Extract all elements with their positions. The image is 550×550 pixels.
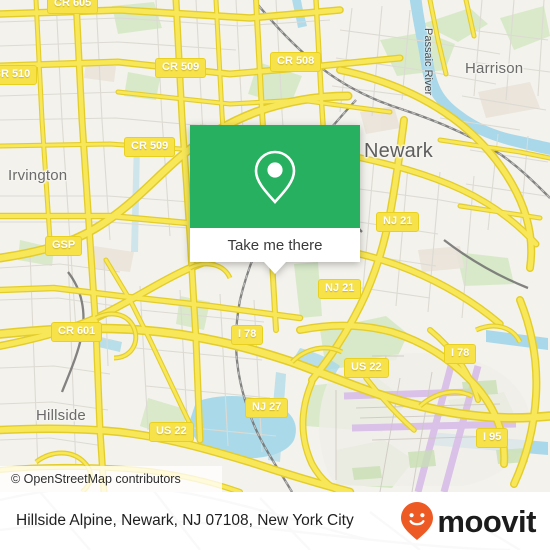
road-shield-i-95: I 95 bbox=[476, 428, 509, 448]
road-shield-us-22: US 22 bbox=[344, 358, 389, 378]
moovit-smiley-pin-icon bbox=[401, 502, 434, 540]
place-label-irvington: Irvington bbox=[8, 167, 68, 184]
popup-header bbox=[190, 125, 360, 228]
take-me-there-label: Take me there bbox=[227, 236, 323, 254]
road-shield-i-78: I 78 bbox=[231, 325, 264, 345]
road-shield-gsp: GSP bbox=[45, 236, 83, 256]
place-label-hillside: Hillside bbox=[36, 407, 86, 424]
location-popup[interactable]: Take me there bbox=[190, 125, 360, 274]
popup-footer[interactable]: Take me there bbox=[190, 228, 360, 274]
location-title: Hillside Alpine, Newark, NJ 07108, New Y… bbox=[16, 512, 354, 529]
road-shield-us-22: US 22 bbox=[149, 422, 194, 442]
road-shield-i-78: I 78 bbox=[444, 344, 477, 364]
road-shield-cr-601: CR 601 bbox=[51, 322, 103, 342]
place-label-harrison: Harrison bbox=[465, 60, 524, 77]
map-screenshot: Harrison Newark Irvington Hillside Passaic … bbox=[0, 0, 550, 550]
osm-attribution[interactable]: © OpenStreetMap contributors bbox=[0, 466, 222, 492]
moovit-brand[interactable]: moovit bbox=[400, 501, 536, 541]
road-shield-cr-509: CR 509 bbox=[155, 58, 207, 78]
footer-bar: Hillside Alpine, Newark, NJ 07108, New Y… bbox=[0, 492, 550, 550]
road-shield-cr-509: CR 509 bbox=[124, 137, 176, 157]
place-label-newark: Newark bbox=[364, 140, 433, 162]
road-shield-nj-21: NJ 21 bbox=[318, 279, 362, 299]
moovit-wordmark: moovit bbox=[437, 503, 536, 539]
road-shield-cr-605: CR 605 bbox=[47, 0, 99, 14]
popup-tail bbox=[264, 262, 286, 274]
river-label: Passaic River bbox=[422, 28, 434, 96]
road-shield-nj-27: NJ 27 bbox=[245, 398, 289, 418]
map-pin-icon bbox=[254, 150, 296, 204]
road-shield-nj-21: NJ 21 bbox=[376, 212, 420, 232]
osm-attribution-text: © OpenStreetMap contributors bbox=[11, 472, 181, 486]
road-shield-cr-510: CR 510 bbox=[0, 65, 38, 85]
road-shield-cr-508: CR 508 bbox=[270, 52, 322, 72]
